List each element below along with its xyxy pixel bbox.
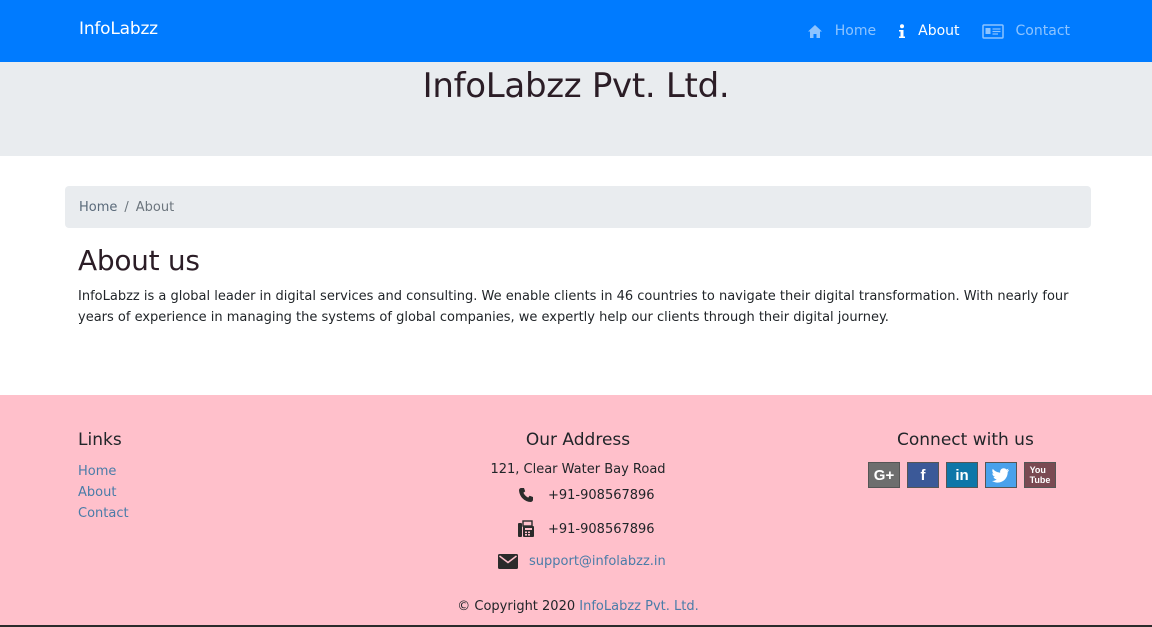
navbar: InfoLabzz Home About Contact [0, 0, 1152, 62]
social-links: G+ f in You Tube [868, 462, 1063, 488]
nav-item-about[interactable]: About [898, 23, 960, 39]
connect-title: Connect with us [897, 430, 1034, 450]
contact-card-icon [981, 23, 1004, 39]
copyright-company-link[interactable]: InfoLabzz Pvt. Ltd. [579, 599, 698, 614]
navbar-nav: Home About Contact [785, 0, 1070, 62]
email-link[interactable]: support@infolabzz.in [529, 554, 666, 569]
fax-icon [516, 520, 536, 538]
nav-item-home[interactable]: Home [807, 23, 876, 39]
breadcrumb-current: About [135, 199, 175, 215]
twitter-icon[interactable] [985, 462, 1017, 488]
youtube-icon[interactable]: You Tube [1024, 462, 1056, 488]
phone-number: +91-908567896 [548, 487, 655, 503]
facebook-icon[interactable]: f [907, 462, 939, 488]
phone-row: +91-908567896 [516, 487, 655, 503]
page-title: InfoLabzz Pvt. Ltd. [422, 66, 730, 106]
copyright: © Copyright 2020 InfoLabzz Pvt. Ltd. [0, 599, 1152, 614]
fax-number: +91-908567896 [548, 521, 655, 537]
footer: Links Home About Contact Our Address 121… [0, 395, 1152, 625]
nav-item-label: About [918, 23, 960, 39]
breadcrumb-home-link[interactable]: Home [79, 200, 117, 215]
footer-link-contact[interactable]: Contact [78, 503, 129, 524]
footer-link-about[interactable]: About [78, 482, 129, 503]
nav-item-contact[interactable]: Contact [981, 23, 1070, 39]
breadcrumb-separator: / [124, 199, 129, 215]
about-heading: About us [78, 244, 200, 277]
nav-item-label: Contact [1015, 23, 1070, 39]
linkedin-icon[interactable]: in [946, 462, 978, 488]
jumbotron: InfoLabzz Pvt. Ltd. [0, 62, 1152, 156]
envelope-icon [497, 554, 519, 569]
google-plus-icon[interactable]: G+ [868, 462, 900, 488]
home-icon [807, 24, 823, 39]
copyright-text: © Copyright 2020 [457, 599, 576, 614]
phone-icon [516, 487, 536, 503]
breadcrumb: Home / About [65, 186, 1091, 228]
info-icon [898, 23, 906, 39]
fax-row: +91-908567896 [516, 520, 655, 538]
about-text: InfoLabzz is a global leader in digital … [78, 289, 1069, 325]
nav-item-label: Home [834, 23, 877, 39]
email-row: support@infolabzz.in [497, 554, 666, 569]
navbar-brand[interactable]: InfoLabzz [79, 19, 158, 39]
